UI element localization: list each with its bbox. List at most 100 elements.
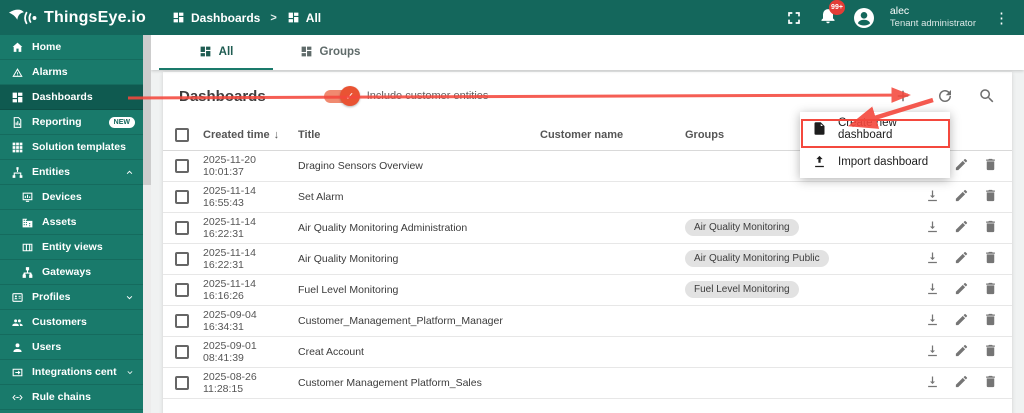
delete-icon[interactable] xyxy=(983,374,998,389)
integrations-icon xyxy=(12,368,23,376)
delete-icon[interactable] xyxy=(983,343,998,358)
row-checkbox[interactable] xyxy=(175,220,189,235)
avatar-icon[interactable] xyxy=(852,6,876,30)
tab-bar: All Groups xyxy=(151,35,1024,70)
sidebar-item-entity-views[interactable]: Entity views xyxy=(0,235,143,260)
delete-icon[interactable] xyxy=(983,188,998,203)
row-checkbox[interactable] xyxy=(175,313,189,328)
row-checkbox[interactable] xyxy=(175,189,189,204)
edit-icon[interactable] xyxy=(954,250,969,265)
sidebar-item-profiles[interactable]: Profiles xyxy=(0,285,143,310)
sidebar: Home Alarms Dashboards Reporting NEW Sol… xyxy=(0,35,143,413)
row-checkbox[interactable] xyxy=(175,344,189,359)
breadcrumb-all[interactable]: All xyxy=(287,11,321,25)
plus-icon[interactable] xyxy=(894,87,912,105)
new-dashboard-icon xyxy=(814,122,825,135)
delete-icon[interactable] xyxy=(983,250,998,265)
profiles-icon xyxy=(12,292,23,302)
fullscreen-icon[interactable] xyxy=(784,8,804,28)
download-icon[interactable] xyxy=(925,343,940,358)
users-icon xyxy=(13,342,22,352)
sidebar-scrollbar[interactable] xyxy=(143,35,151,413)
rule-chains-icon xyxy=(12,394,23,400)
tab-groups[interactable]: Groups xyxy=(273,35,387,70)
row-checkbox[interactable] xyxy=(175,282,189,297)
table-toolbar xyxy=(894,87,996,105)
top-header: ThingsEye.io Dashboards > All 99+ alec T… xyxy=(0,0,1024,35)
table-row[interactable]: 2025-11-14 16:55:43 Set Alarm xyxy=(163,181,1012,213)
download-icon[interactable] xyxy=(925,188,940,203)
download-icon[interactable] xyxy=(925,374,940,389)
sidebar-item-assets[interactable]: Assets xyxy=(0,210,143,235)
sidebar-item-customers[interactable]: Customers xyxy=(0,310,143,335)
delete-icon[interactable] xyxy=(983,281,998,296)
download-icon[interactable] xyxy=(925,281,940,296)
download-icon[interactable] xyxy=(925,219,940,234)
scrollbar-thumb[interactable] xyxy=(143,35,151,185)
sidebar-item-entities[interactable]: Entities xyxy=(0,160,143,185)
devices-icon xyxy=(22,192,33,202)
more-vert-icon[interactable]: ⋮ xyxy=(990,9,1014,27)
include-customer-entities-toggle[interactable]: ✓ Include customer entities xyxy=(323,86,489,106)
edit-icon[interactable] xyxy=(954,219,969,234)
table-row[interactable]: 2025-11-14 16:16:26 Fuel Level Monitorin… xyxy=(163,274,1012,306)
sidebar-item-reporting[interactable]: Reporting NEW xyxy=(0,110,143,135)
add-dashboard-menu: Create new dashboard Import dashboard xyxy=(800,112,950,178)
sidebar-item-home[interactable]: Home xyxy=(0,35,143,60)
sidebar-item-rule-chains[interactable]: Rule chains xyxy=(0,385,143,410)
sidebar-item-solution-templates[interactable]: Solution templates xyxy=(0,135,143,160)
download-icon[interactable] xyxy=(925,312,940,327)
home-icon xyxy=(12,42,23,52)
search-icon[interactable] xyxy=(978,87,996,105)
notifications-button[interactable]: 99+ xyxy=(818,0,845,30)
user-menu[interactable]: alec Tenant administrator xyxy=(890,5,976,30)
breadcrumb-dashboards[interactable]: Dashboards xyxy=(172,11,260,25)
topbar-right: 99+ alec Tenant administrator ⋮ xyxy=(784,0,1024,30)
sidebar-item-users[interactable]: Users xyxy=(0,335,143,360)
page-title: Dashboards xyxy=(179,87,266,105)
edit-icon[interactable] xyxy=(954,343,969,358)
sidebar-item-integrations-center[interactable]: Integrations center xyxy=(0,360,143,385)
group-chip: Fuel Level Monitoring xyxy=(685,281,799,298)
edit-icon[interactable] xyxy=(954,157,969,172)
table-row[interactable]: 2025-09-04 16:34:31 Customer_Management_… xyxy=(163,305,1012,337)
table-row[interactable]: 2025-09-01 08:41:39 Creat Account xyxy=(163,336,1012,368)
refresh-icon[interactable] xyxy=(936,87,954,105)
edit-icon[interactable] xyxy=(954,188,969,203)
sort-desc-icon: ↓ xyxy=(273,128,280,141)
menu-item-import-dashboard[interactable]: Import dashboard xyxy=(800,145,950,178)
toggle-label: Include customer entities xyxy=(366,90,489,102)
row-checkbox[interactable] xyxy=(175,375,189,390)
table-row[interactable]: 2025-11-14 16:22:31 Air Quality Monitori… xyxy=(163,212,1012,244)
dashboards-icon xyxy=(200,46,211,57)
delete-icon[interactable] xyxy=(983,157,998,172)
table-row[interactable]: 2025-11-14 16:22:31 Air Quality Monitori… xyxy=(163,243,1012,275)
breadcrumb: Dashboards > All xyxy=(172,11,321,25)
logo-text: ThingsEye.io xyxy=(44,8,146,26)
thingseye-logo-icon xyxy=(8,9,37,24)
sidebar-item-dashboards[interactable]: Dashboards xyxy=(0,85,143,110)
table-row[interactable]: 2025-08-26 11:28:15 Customer Management … xyxy=(163,367,1012,399)
edit-icon[interactable] xyxy=(954,281,969,296)
menu-item-create-new-dashboard[interactable]: Create new dashboard xyxy=(800,112,950,145)
customers-icon xyxy=(12,318,23,326)
select-all-checkbox[interactable] xyxy=(175,127,189,142)
delete-icon[interactable] xyxy=(983,219,998,234)
edit-icon[interactable] xyxy=(954,312,969,327)
logo[interactable]: ThingsEye.io xyxy=(0,7,150,29)
tab-all[interactable]: All xyxy=(159,35,273,70)
sidebar-item-alarms[interactable]: Alarms xyxy=(0,60,143,85)
delete-icon[interactable] xyxy=(983,312,998,327)
user-name: alec xyxy=(889,5,910,17)
row-checkbox[interactable] xyxy=(175,251,189,266)
sidebar-item-gateways[interactable]: Gateways xyxy=(0,260,143,285)
row-checkbox[interactable] xyxy=(175,158,189,173)
download-icon[interactable] xyxy=(925,250,940,265)
column-customer-name[interactable]: Customer name xyxy=(540,120,685,151)
column-created-time[interactable]: Created time ↓ xyxy=(203,120,298,151)
import-dashboard-icon xyxy=(815,155,824,168)
main-content: All Groups Dashboards ✓ Include customer… xyxy=(151,35,1024,413)
column-title[interactable]: Title xyxy=(298,120,540,151)
sidebar-item-devices[interactable]: Devices xyxy=(0,185,143,210)
edit-icon[interactable] xyxy=(954,374,969,389)
